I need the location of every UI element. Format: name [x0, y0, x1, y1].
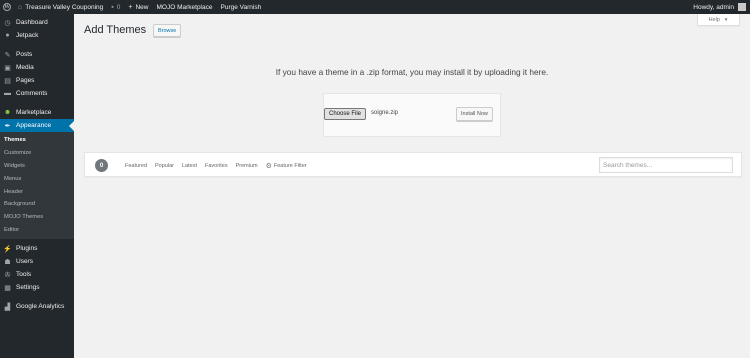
submenu-header[interactable]: Header	[0, 185, 74, 198]
settings-icon: ▦	[4, 284, 11, 292]
submenu-widgets[interactable]: Widgets	[0, 160, 74, 173]
menu-appearance-label: Appearance	[16, 122, 52, 129]
filter-favorites[interactable]: Favorites	[205, 163, 228, 169]
filter-featured[interactable]: Featured	[125, 163, 147, 169]
wordpress-logo-button[interactable]: W	[0, 0, 14, 14]
menu-google-analytics[interactable]: ▟ Google Analytics	[0, 300, 74, 313]
menu-media-label: Media	[16, 64, 34, 71]
feature-filter-button[interactable]: ⚙ Feature Filter	[266, 162, 315, 170]
browse-button[interactable]: Browse	[153, 24, 182, 37]
filter-popular[interactable]: Popular	[155, 163, 174, 169]
caret-down-icon: ▼	[723, 17, 729, 22]
dashboard-icon: ◷	[4, 19, 11, 27]
upload-description: If you have a theme in a .zip format, yo…	[275, 67, 549, 77]
media-icon: ▣	[4, 64, 11, 72]
feature-filter-label: Feature Filter	[273, 162, 307, 169]
gear-icon: ⚙	[265, 162, 272, 170]
menu-users[interactable]: ☗ Users	[0, 255, 74, 268]
menu-pages[interactable]: ▤ Pages	[0, 74, 74, 87]
submenu-customize[interactable]: Customize	[0, 147, 74, 160]
menu-posts[interactable]: ✎ Posts	[0, 48, 74, 61]
menu-plugins[interactable]: ⚡ Plugins	[0, 242, 74, 255]
menu-marketplace[interactable]: ☻ Marketplace	[0, 106, 74, 119]
site-name-link[interactable]: ⌂ Treasure Valley Couponing	[14, 0, 107, 14]
menu-dashboard[interactable]: ◷ Dashboard	[0, 16, 74, 29]
submenu-background[interactable]: Background	[0, 198, 74, 211]
paintbrush-icon: ✒	[4, 122, 11, 130]
menu-dashboard-label: Dashboard	[16, 19, 48, 26]
install-now-button[interactable]: Install Now	[456, 107, 493, 121]
jetpack-icon: ●	[5, 32, 10, 39]
menu-appearance[interactable]: ✒ Appearance	[0, 119, 74, 132]
filter-latest[interactable]: Latest	[182, 163, 197, 169]
help-tab-button[interactable]: Help ▼	[697, 14, 740, 26]
purge-varnish-link[interactable]: Purge Varnish	[217, 0, 266, 14]
users-icon: ☗	[4, 258, 11, 266]
home-icon: ⌂	[18, 3, 23, 11]
menu-posts-label: Posts	[16, 51, 33, 58]
avatar	[738, 3, 746, 11]
comments-icon: ▬	[4, 90, 11, 97]
pushpin-icon: ✎	[4, 51, 11, 59]
main-content: Help ▼ Add Themes Browse If you have a t…	[74, 14, 750, 358]
filter-premium[interactable]: Premium	[236, 163, 258, 169]
menu-pages-label: Pages	[16, 77, 35, 84]
submenu-editor[interactable]: Editor	[0, 224, 74, 237]
new-content-link[interactable]: + New	[124, 0, 152, 14]
admin-bar: W ⌂ Treasure Valley Couponing ▪ 0 + New …	[0, 0, 750, 14]
menu-comments-label: Comments	[16, 90, 48, 97]
new-label: New	[135, 3, 149, 11]
wordpress-logo-icon: W	[3, 3, 11, 11]
site-name-label: Treasure Valley Couponing	[25, 3, 104, 11]
filter-links: Featured Popular Latest Favorites Premiu…	[125, 153, 323, 178]
mojo-marketplace-link[interactable]: MOJO Marketplace	[153, 0, 217, 14]
menu-plugins-label: Plugins	[16, 245, 38, 253]
menu-jetpack-label: Jetpack	[16, 32, 39, 39]
wrench-icon: ✇	[4, 271, 11, 279]
comment-bubble-icon: ▪	[111, 3, 114, 11]
page-title: Add Themes	[84, 24, 147, 36]
theme-count-badge: 0	[95, 159, 108, 172]
menu-comments[interactable]: ▬ Comments	[0, 87, 74, 100]
selected-file-name: soigne.zip	[371, 110, 399, 116]
submenu-themes[interactable]: Themes	[0, 134, 74, 147]
submenu-mojo-themes[interactable]: MOJO Themes	[0, 211, 74, 224]
my-account-link[interactable]: Howdy, admin	[689, 0, 750, 14]
plugin-icon: ⚡	[3, 245, 12, 253]
theme-filter-bar: 0 Featured Popular Latest Favorites Prem…	[84, 152, 742, 177]
menu-tools[interactable]: ✇ Tools	[0, 268, 74, 281]
menu-settings[interactable]: ▦ Settings	[0, 281, 74, 294]
pages-icon: ▤	[4, 77, 11, 85]
appearance-submenu: Themes Customize Widgets Menus Header Ba…	[0, 132, 74, 240]
help-label: Help	[708, 16, 720, 23]
menu-users-label: Users	[16, 258, 33, 266]
purge-varnish-label: Purge Varnish	[220, 3, 262, 11]
comments-count: 0	[116, 3, 121, 11]
mojo-marketplace-label: MOJO Marketplace	[156, 3, 213, 11]
choose-file-button[interactable]: Choose File	[324, 108, 367, 120]
marketplace-icon: ☻	[3, 109, 12, 116]
menu-marketplace-label: Marketplace	[16, 109, 52, 116]
submenu-menus[interactable]: Menus	[0, 172, 74, 185]
upload-form: Choose File soigne.zip Install Now	[323, 93, 501, 137]
menu-tools-label: Tools	[16, 271, 32, 279]
menu-media[interactable]: ▣ Media	[0, 61, 74, 74]
menu-jetpack[interactable]: ● Jetpack	[0, 29, 74, 42]
analytics-icon: ▟	[4, 303, 11, 311]
howdy-label: Howdy, admin	[693, 3, 734, 11]
admin-sidebar: ◷ Dashboard ● Jetpack ✎ Posts ▣ Media ▤ …	[0, 14, 74, 358]
menu-settings-label: Settings	[16, 284, 40, 292]
search-themes-input[interactable]	[599, 157, 733, 173]
plus-icon: +	[128, 3, 133, 11]
menu-google-analytics-label: Google Analytics	[16, 303, 65, 311]
comments-link[interactable]: ▪ 0	[107, 0, 124, 14]
